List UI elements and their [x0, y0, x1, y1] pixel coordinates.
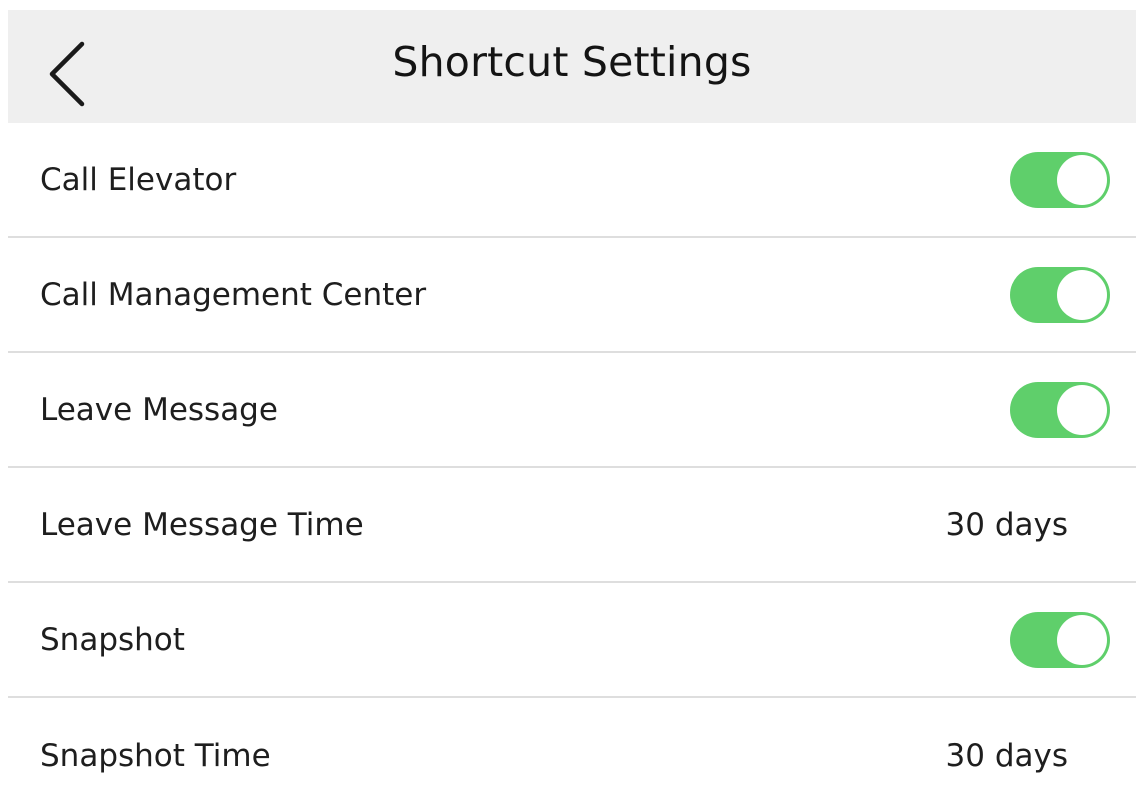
- settings-list: Call Elevator Call Management Center Lea…: [8, 123, 1136, 812]
- setting-label: Snapshot Time: [40, 737, 271, 774]
- leave-message-toggle[interactable]: [1010, 381, 1110, 438]
- header-bar: Shortcut Settings: [8, 10, 1136, 123]
- call-elevator-toggle[interactable]: [1010, 151, 1110, 208]
- shortcut-settings-screen: Shortcut Settings Call Elevator Call Man…: [0, 0, 1136, 812]
- setting-label: Leave Message Time: [40, 506, 364, 543]
- toggle-knob: [1057, 269, 1107, 320]
- toggle-knob: [1057, 384, 1107, 435]
- toggle-knob: [1057, 154, 1107, 205]
- setting-row-snapshot[interactable]: Snapshot: [8, 583, 1136, 698]
- page-title: Shortcut Settings: [392, 38, 752, 86]
- setting-row-call-management-center[interactable]: Call Management Center: [8, 238, 1136, 353]
- leave-message-time-value[interactable]: 30 days: [946, 507, 1068, 543]
- setting-row-leave-message[interactable]: Leave Message: [8, 353, 1136, 468]
- setting-row-call-elevator[interactable]: Call Elevator: [8, 123, 1136, 238]
- call-management-center-toggle[interactable]: [1010, 266, 1110, 323]
- snapshot-toggle[interactable]: [1010, 611, 1110, 668]
- toggle-knob: [1057, 614, 1107, 665]
- setting-label: Call Elevator: [40, 161, 237, 198]
- setting-label: Call Management Center: [40, 276, 427, 313]
- setting-label: Snapshot: [40, 621, 185, 658]
- setting-row-snapshot-time[interactable]: Snapshot Time 30 days: [8, 698, 1136, 812]
- setting-label: Leave Message: [40, 391, 278, 428]
- setting-row-leave-message-time[interactable]: Leave Message Time 30 days: [8, 468, 1136, 583]
- snapshot-time-value[interactable]: 30 days: [946, 738, 1068, 774]
